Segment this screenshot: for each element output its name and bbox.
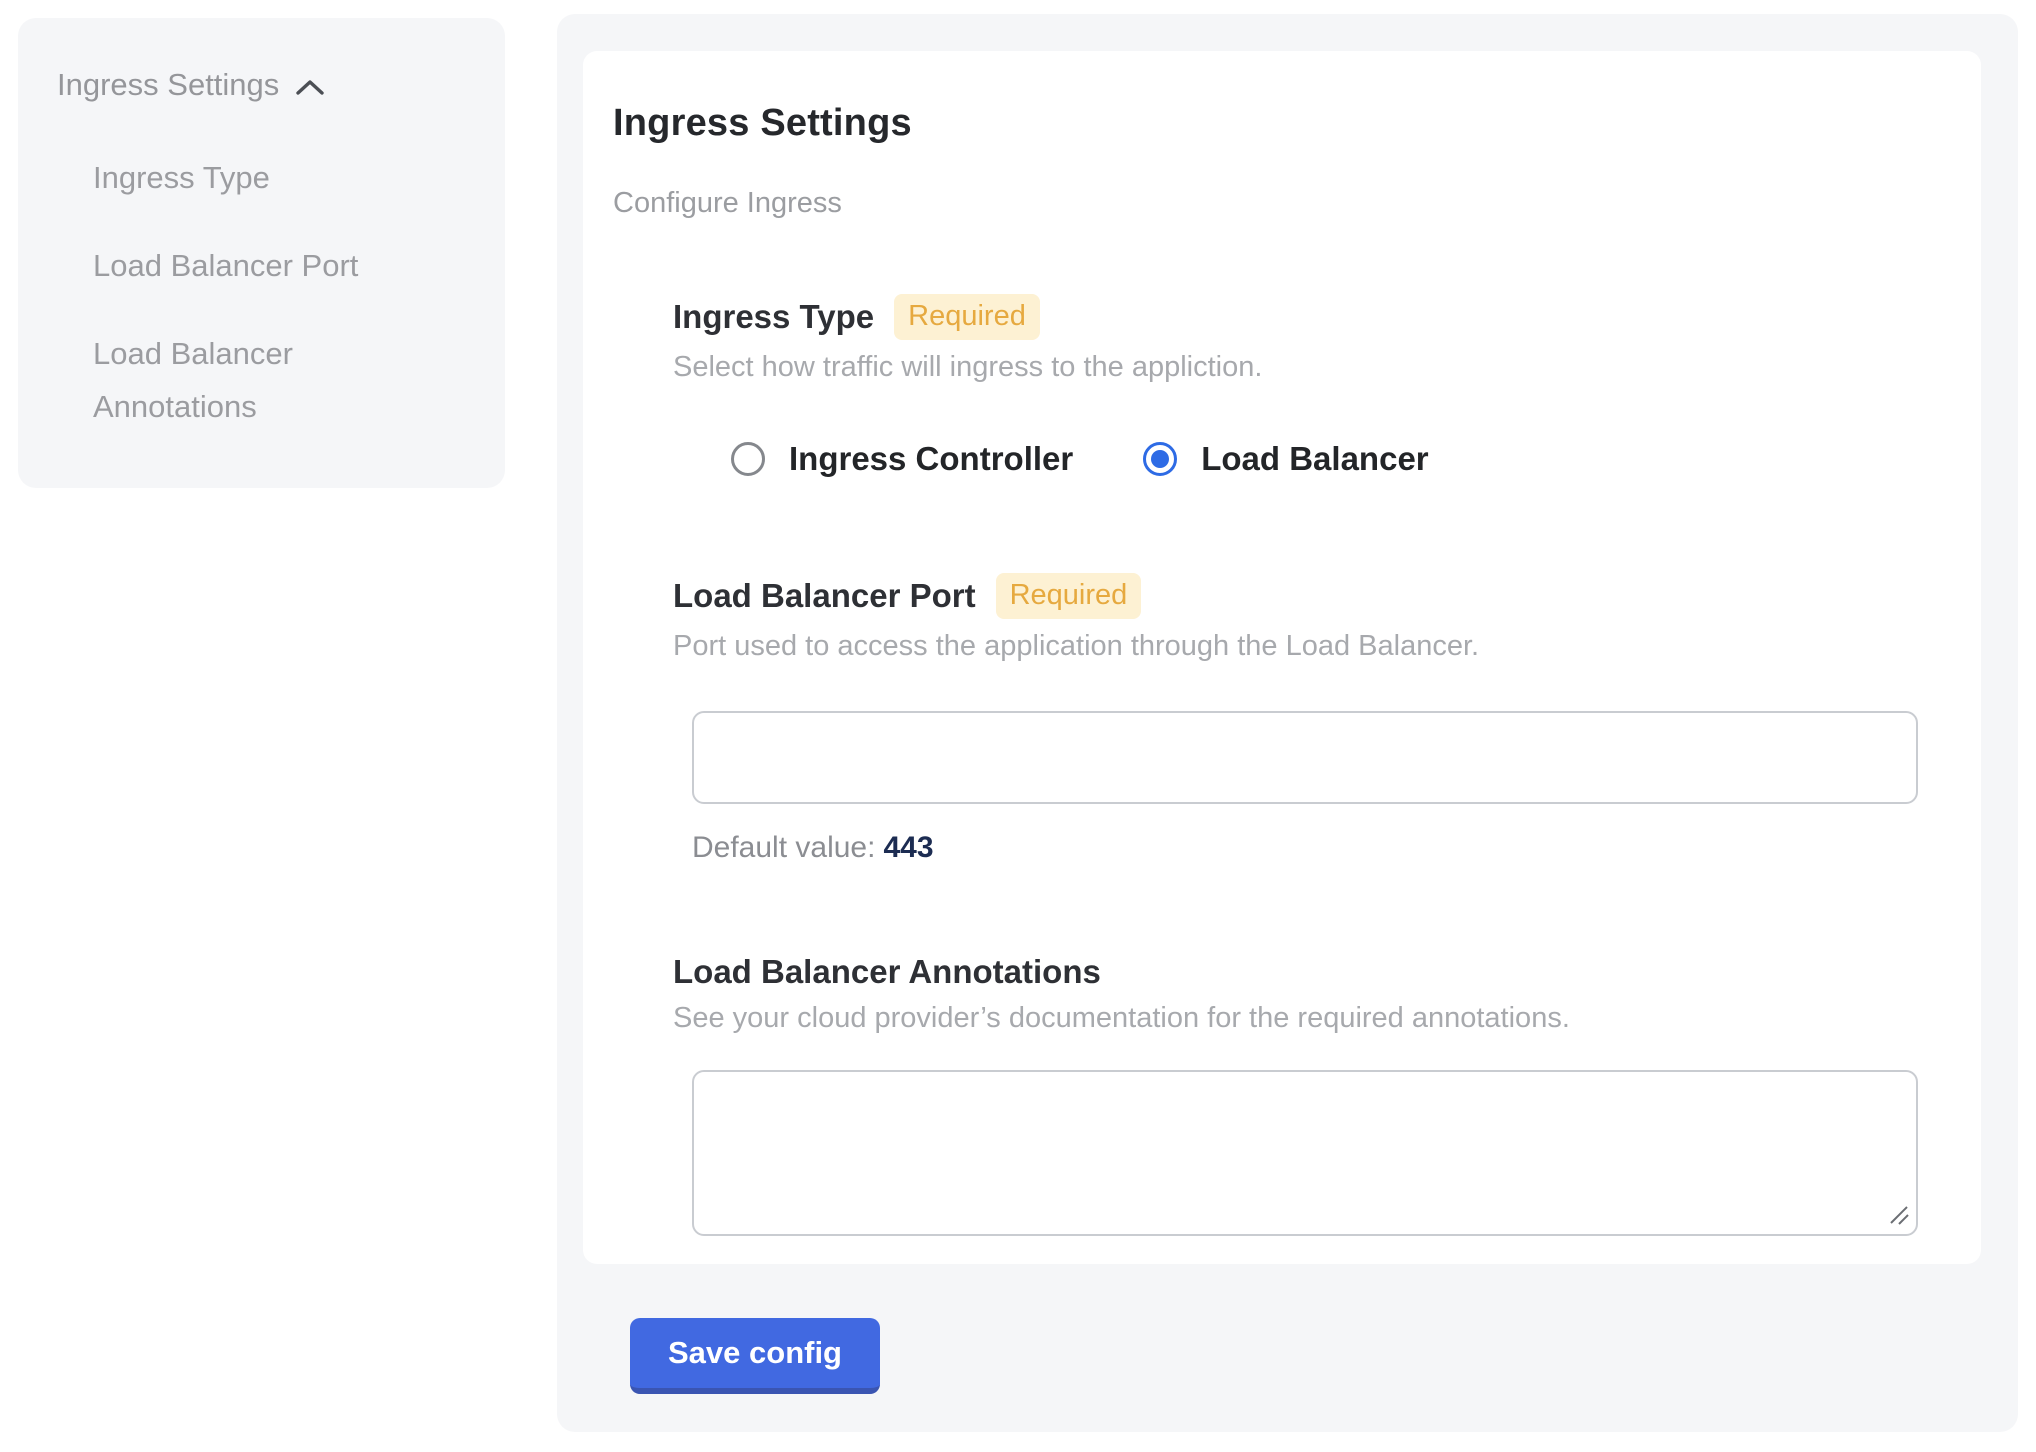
radio-label-load-balancer[interactable]: Load Balancer bbox=[1201, 440, 1428, 478]
sidebar-group-label: Ingress Settings bbox=[57, 67, 279, 103]
resize-handle-icon[interactable] bbox=[1887, 1203, 1911, 1227]
sidebar-item-ingress-type[interactable]: Ingress Type bbox=[93, 151, 423, 204]
load-balancer-annotations-textarea[interactable] bbox=[692, 1070, 1918, 1236]
section-load-balancer-port: Load Balancer Port Required Port used to… bbox=[673, 573, 1918, 865]
radio-option-load-balancer[interactable]: Load Balancer bbox=[1143, 440, 1428, 478]
sidebar-group-ingress-settings[interactable]: Ingress Settings bbox=[57, 67, 469, 103]
load-balancer-annotations-description: See your cloud provider’s documentation … bbox=[673, 1002, 1918, 1035]
main-panel: Ingress Settings Configure Ingress Ingre… bbox=[557, 14, 2018, 1432]
ingress-settings-card: Ingress Settings Configure Ingress Ingre… bbox=[583, 51, 1981, 1264]
load-balancer-port-description: Port used to access the application thro… bbox=[673, 630, 1918, 663]
required-badge: Required bbox=[996, 573, 1142, 619]
radio-dot bbox=[1151, 450, 1169, 468]
sidebar-item-load-balancer-port[interactable]: Load Balancer Port bbox=[93, 239, 423, 292]
load-balancer-port-input[interactable] bbox=[692, 711, 1918, 804]
ingress-type-title: Ingress Type bbox=[673, 298, 874, 336]
load-balancer-port-title: Load Balancer Port bbox=[673, 577, 976, 615]
radio-label-ingress-controller[interactable]: Ingress Controller bbox=[789, 440, 1073, 478]
required-badge: Required bbox=[894, 294, 1040, 340]
radio-option-ingress-controller[interactable]: Ingress Controller bbox=[731, 440, 1073, 478]
page-title: Ingress Settings bbox=[613, 102, 1918, 145]
chevron-up-icon bbox=[295, 78, 325, 96]
default-value-number: 443 bbox=[883, 831, 933, 864]
page-subtitle: Configure Ingress bbox=[613, 187, 1918, 220]
save-config-button[interactable]: Save config bbox=[630, 1318, 880, 1394]
section-ingress-type: Ingress Type Required Select how traffic… bbox=[673, 294, 1918, 478]
default-value-row: Default value:443 bbox=[692, 831, 1918, 865]
sidebar-item-list: Ingress Type Load Balancer Port Load Bal… bbox=[57, 151, 469, 433]
default-value-label: Default value: bbox=[692, 831, 875, 864]
settings-sidebar: Ingress Settings Ingress Type Load Balan… bbox=[18, 18, 505, 488]
radio-selected-icon[interactable] bbox=[1143, 442, 1177, 476]
radio-unselected-icon[interactable] bbox=[731, 442, 765, 476]
load-balancer-annotations-title: Load Balancer Annotations bbox=[673, 953, 1101, 991]
form-footer: Save config bbox=[630, 1318, 1981, 1394]
ingress-type-description: Select how traffic will ingress to the a… bbox=[673, 351, 1918, 384]
sidebar-item-load-balancer-annotations[interactable]: Load Balancer Annotations bbox=[93, 327, 423, 433]
section-load-balancer-annotations: Load Balancer Annotations See your cloud… bbox=[673, 953, 1918, 1236]
ingress-type-radio-group: Ingress Controller Load Balancer bbox=[731, 440, 1918, 478]
